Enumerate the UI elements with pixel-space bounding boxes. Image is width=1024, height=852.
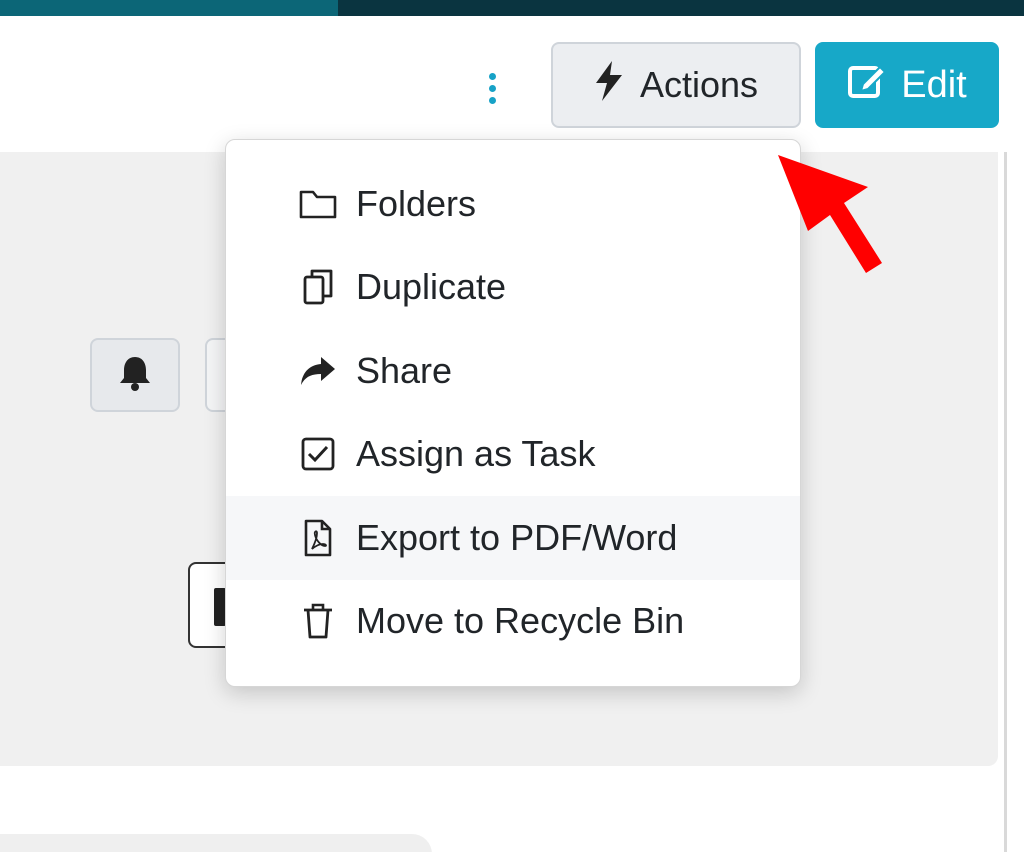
bell-icon xyxy=(118,354,152,397)
menu-item-export-to-pdf-word[interactable]: Export to PDF/Word xyxy=(226,496,800,580)
progress-fill xyxy=(0,0,338,16)
annotation-arrow-icon xyxy=(778,155,882,273)
menu-item-label: Move to Recycle Bin xyxy=(356,600,685,642)
menu-item-duplicate[interactable]: Duplicate xyxy=(226,246,800,330)
edit-icon xyxy=(847,60,887,110)
menu-item-folders[interactable]: Folders xyxy=(226,162,800,246)
more-options-icon[interactable] xyxy=(478,66,506,110)
actions-button[interactable]: Actions xyxy=(551,42,801,128)
top-progress-bar xyxy=(0,0,1024,16)
edit-button-label: Edit xyxy=(901,63,967,106)
menu-item-label: Share xyxy=(356,349,453,391)
folder-icon xyxy=(298,184,338,224)
pdf-file-icon xyxy=(298,518,338,558)
share-icon xyxy=(298,351,338,391)
checkbox-icon xyxy=(298,434,338,474)
bolt-icon xyxy=(594,60,624,110)
trash-icon xyxy=(298,601,338,641)
actions-dropdown-menu: Folders Duplicate Share Assign as Task E… xyxy=(225,139,801,687)
notification-button[interactable] xyxy=(90,338,180,412)
actions-button-label: Actions xyxy=(639,64,759,105)
scrollbar[interactable] xyxy=(1004,152,1024,852)
copy-icon xyxy=(298,267,338,307)
menu-item-label: Duplicate xyxy=(356,266,507,308)
menu-item-label: Assign as Task xyxy=(356,433,596,475)
edit-button[interactable]: Edit xyxy=(815,42,999,128)
menu-item-assign-as-task[interactable]: Assign as Task xyxy=(226,413,800,497)
menu-item-share[interactable]: Share xyxy=(226,329,800,413)
menu-item-label: Folders xyxy=(356,182,477,224)
bottom-tab xyxy=(0,834,432,852)
menu-item-label: Export to PDF/Word xyxy=(356,516,678,558)
menu-item-move-to-recycle-bin[interactable]: Move to Recycle Bin xyxy=(226,580,800,664)
